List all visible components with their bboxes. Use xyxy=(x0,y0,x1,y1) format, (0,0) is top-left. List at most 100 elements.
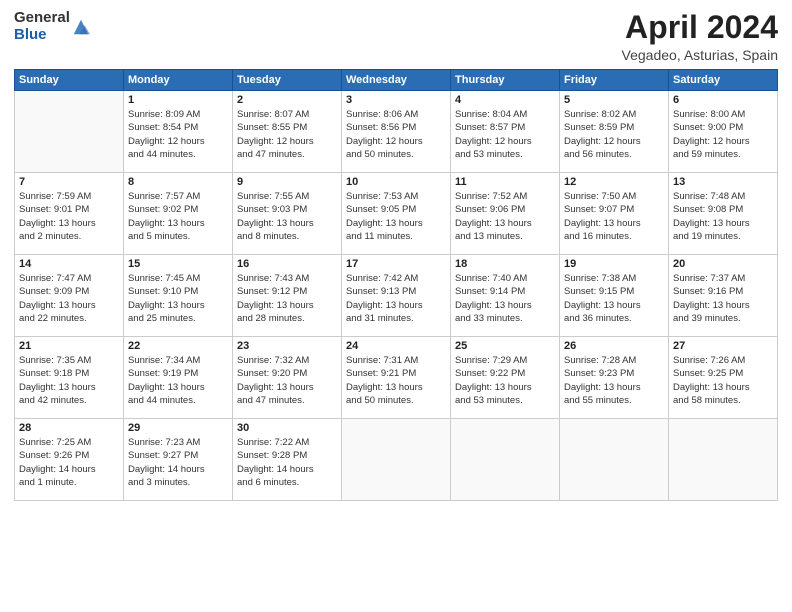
month-title: April 2024 xyxy=(622,10,778,45)
day-info: Sunrise: 8:06 AMSunset: 8:56 PMDaylight:… xyxy=(346,108,446,161)
day-number: 29 xyxy=(128,422,228,434)
day-number: 11 xyxy=(455,176,555,188)
calendar-cell: 22Sunrise: 7:34 AMSunset: 9:19 PMDayligh… xyxy=(124,337,233,419)
day-info: Sunrise: 7:32 AMSunset: 9:20 PMDaylight:… xyxy=(237,354,337,407)
weekday-header: Saturday xyxy=(669,70,778,91)
day-number: 4 xyxy=(455,94,555,106)
calendar-cell: 24 Sunrise: 7:31 AMSunset: 9:21 PMDayligh… xyxy=(342,337,451,419)
calendar-cell: 25 Sunrise: 7:29 AMSunset: 9:22 PMDayligh… xyxy=(451,337,560,419)
day-number: 1 xyxy=(128,94,228,106)
day-number: 27 xyxy=(673,340,773,352)
day-info: Sunrise: 7:37 AMSunset: 9:16 PMDaylight:… xyxy=(673,272,773,325)
day-info: Sunrise: 7:48 AMSunset: 9:08 PMDaylight:… xyxy=(673,190,773,243)
calendar-cell: 14 Sunrise: 7:47 AMSunset: 9:09 PMDayligh… xyxy=(15,255,124,337)
day-info: Sunrise: 7:25 AMSunset: 9:26 PMDaylight:… xyxy=(19,436,119,489)
day-number: 25 xyxy=(455,340,555,352)
calendar-cell xyxy=(15,91,124,173)
calendar-cell: 3 Sunrise: 8:06 AMSunset: 8:56 PMDaylight… xyxy=(342,91,451,173)
calendar-cell: 10 Sunrise: 7:53 AMSunset: 9:05 PMDayligh… xyxy=(342,173,451,255)
calendar-cell: 26 Sunrise: 7:28 AMSunset: 9:23 PMDayligh… xyxy=(560,337,669,419)
calendar-week-row: 28 Sunrise: 7:25 AMSunset: 9:26 PMDayligh… xyxy=(15,419,778,501)
logo-blue: Blue xyxy=(14,27,70,44)
calendar-cell: 2 Sunrise: 8:07 AMSunset: 8:55 PMDaylight… xyxy=(233,91,342,173)
calendar-cell: 19 Sunrise: 7:38 AMSunset: 9:15 PMDayligh… xyxy=(560,255,669,337)
day-number: 9 xyxy=(237,176,337,188)
day-number: 2 xyxy=(237,94,337,106)
calendar-cell: 15 Sunrise: 7:45 AMSunset: 9:10 PMDayligh… xyxy=(124,255,233,337)
day-number: 8 xyxy=(128,176,228,188)
day-info: Sunrise: 7:52 AMSunset: 9:06 PMDaylight:… xyxy=(455,190,555,243)
calendar-week-row: 7 Sunrise: 7:59 AMSunset: 9:01 PMDaylight… xyxy=(15,173,778,255)
day-info: Sunrise: 7:31 AMSunset: 9:21 PMDaylight:… xyxy=(346,354,446,407)
day-number: 19 xyxy=(564,258,664,270)
day-number: 23 xyxy=(237,340,337,352)
calendar-cell: 4 Sunrise: 8:04 AMSunset: 8:57 PMDaylight… xyxy=(451,91,560,173)
day-info: Sunrise: 7:38 AMSunset: 9:15 PMDaylight:… xyxy=(564,272,664,325)
calendar-cell: 6Sunrise: 8:00 AMSunset: 9:00 PMDaylight… xyxy=(669,91,778,173)
calendar-cell: 23 Sunrise: 7:32 AMSunset: 9:20 PMDayligh… xyxy=(233,337,342,419)
day-info: Sunrise: 7:43 AMSunset: 9:12 PMDaylight:… xyxy=(237,272,337,325)
calendar-cell: 30 Sunrise: 7:22 AMSunset: 9:28 PMDayligh… xyxy=(233,419,342,501)
day-number: 17 xyxy=(346,258,446,270)
calendar-cell: 5Sunrise: 8:02 AMSunset: 8:59 PMDaylight… xyxy=(560,91,669,173)
day-info: Sunrise: 7:53 AMSunset: 9:05 PMDaylight:… xyxy=(346,190,446,243)
day-info: Sunrise: 8:04 AMSunset: 8:57 PMDaylight:… xyxy=(455,108,555,161)
day-number: 10 xyxy=(346,176,446,188)
day-number: 28 xyxy=(19,422,119,434)
day-number: 21 xyxy=(19,340,119,352)
weekday-header-row: SundayMondayTuesdayWednesdayThursdayFrid… xyxy=(15,70,778,91)
calendar-cell: 17 Sunrise: 7:42 AMSunset: 9:13 PMDayligh… xyxy=(342,255,451,337)
logo-general: General xyxy=(14,10,70,27)
day-info: Sunrise: 7:59 AMSunset: 9:01 PMDaylight:… xyxy=(19,190,119,243)
calendar-cell: 13Sunrise: 7:48 AMSunset: 9:08 PMDayligh… xyxy=(669,173,778,255)
calendar-cell: 27Sunrise: 7:26 AMSunset: 9:25 PMDayligh… xyxy=(669,337,778,419)
calendar-cell: 29 Sunrise: 7:23 AMSunset: 9:27 PMDayligh… xyxy=(124,419,233,501)
weekday-header: Friday xyxy=(560,70,669,91)
calendar-cell: 12Sunrise: 7:50 AMSunset: 9:07 PMDayligh… xyxy=(560,173,669,255)
calendar-cell: 1 Sunrise: 8:09 AMSunset: 8:54 PMDaylight… xyxy=(124,91,233,173)
calendar-cell: 18 Sunrise: 7:40 AMSunset: 9:14 PMDayligh… xyxy=(451,255,560,337)
day-info: Sunrise: 7:55 AMSunset: 9:03 PMDaylight:… xyxy=(237,190,337,243)
logo-icon xyxy=(72,18,90,36)
day-info: Sunrise: 7:57 AMSunset: 9:02 PMDaylight:… xyxy=(128,190,228,243)
day-number: 26 xyxy=(564,340,664,352)
calendar-table: SundayMondayTuesdayWednesdayThursdayFrid… xyxy=(14,69,778,501)
calendar-cell xyxy=(451,419,560,501)
calendar-cell: 28 Sunrise: 7:25 AMSunset: 9:26 PMDayligh… xyxy=(15,419,124,501)
day-number: 22 xyxy=(128,340,228,352)
location: Vegadeo, Asturias, Spain xyxy=(622,47,778,63)
day-info: Sunrise: 8:02 AMSunset: 8:59 PMDaylight:… xyxy=(564,108,664,161)
calendar-cell: 8 Sunrise: 7:57 AMSunset: 9:02 PMDaylight… xyxy=(124,173,233,255)
calendar-cell: 9 Sunrise: 7:55 AMSunset: 9:03 PMDaylight… xyxy=(233,173,342,255)
header: General Blue April 2024 Vegadeo, Asturia… xyxy=(14,10,778,63)
day-number: 3 xyxy=(346,94,446,106)
calendar-week-row: 21 Sunrise: 7:35 AMSunset: 9:18 PMDayligh… xyxy=(15,337,778,419)
calendar-cell: 7 Sunrise: 7:59 AMSunset: 9:01 PMDaylight… xyxy=(15,173,124,255)
day-number: 18 xyxy=(455,258,555,270)
day-info: Sunrise: 7:47 AMSunset: 9:09 PMDaylight:… xyxy=(19,272,119,325)
calendar-cell: 20Sunrise: 7:37 AMSunset: 9:16 PMDayligh… xyxy=(669,255,778,337)
calendar-cell: 11 Sunrise: 7:52 AMSunset: 9:06 PMDayligh… xyxy=(451,173,560,255)
calendar-cell: 16 Sunrise: 7:43 AMSunset: 9:12 PMDayligh… xyxy=(233,255,342,337)
day-info: Sunrise: 7:22 AMSunset: 9:28 PMDaylight:… xyxy=(237,436,337,489)
day-number: 16 xyxy=(237,258,337,270)
day-number: 30 xyxy=(237,422,337,434)
day-info: Sunrise: 7:35 AMSunset: 9:18 PMDaylight:… xyxy=(19,354,119,407)
day-info: Sunrise: 8:09 AMSunset: 8:54 PMDaylight:… xyxy=(128,108,228,161)
day-number: 12 xyxy=(564,176,664,188)
day-info: Sunrise: 7:29 AMSunset: 9:22 PMDaylight:… xyxy=(455,354,555,407)
title-block: April 2024 Vegadeo, Asturias, Spain xyxy=(622,10,778,63)
day-number: 15 xyxy=(128,258,228,270)
day-info: Sunrise: 8:07 AMSunset: 8:55 PMDaylight:… xyxy=(237,108,337,161)
day-info: Sunrise: 7:45 AMSunset: 9:10 PMDaylight:… xyxy=(128,272,228,325)
weekday-header: Tuesday xyxy=(233,70,342,91)
day-number: 6 xyxy=(673,94,773,106)
day-info: Sunrise: 7:28 AMSunset: 9:23 PMDaylight:… xyxy=(564,354,664,407)
day-number: 24 xyxy=(346,340,446,352)
day-number: 7 xyxy=(19,176,119,188)
calendar-week-row: 14 Sunrise: 7:47 AMSunset: 9:09 PMDayligh… xyxy=(15,255,778,337)
day-info: Sunrise: 7:23 AMSunset: 9:27 PMDaylight:… xyxy=(128,436,228,489)
day-info: Sunrise: 7:40 AMSunset: 9:14 PMDaylight:… xyxy=(455,272,555,325)
day-number: 14 xyxy=(19,258,119,270)
day-info: Sunrise: 7:42 AMSunset: 9:13 PMDaylight:… xyxy=(346,272,446,325)
